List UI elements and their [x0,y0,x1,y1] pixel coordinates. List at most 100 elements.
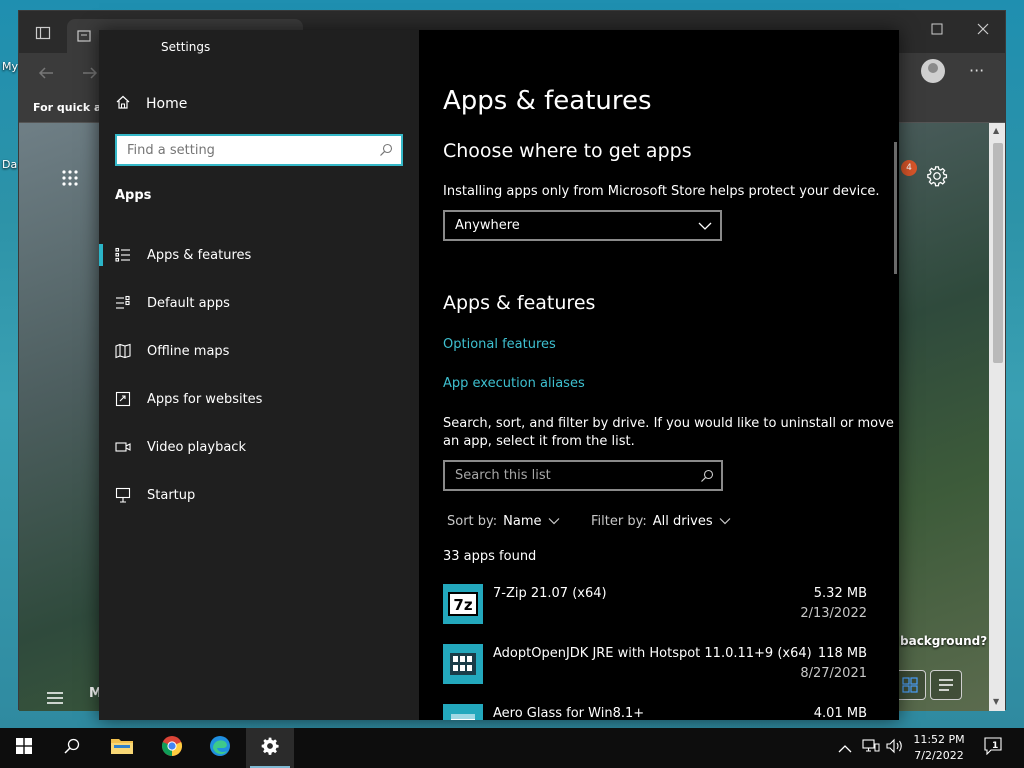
back-arrow-icon[interactable] [37,64,55,86]
tab-favicon-icon [77,28,91,47]
app-launcher-icon[interactable] [61,169,79,191]
profile-avatar[interactable] [921,59,945,83]
taskbar-file-explorer[interactable] [98,728,146,768]
7zip-icon: 7z [443,584,483,624]
svg-text:7z: 7z [453,596,472,614]
layout-list-button[interactable] [930,670,962,700]
app-name: 7-Zip 21.07 (x64) [493,586,607,601]
app-size: 4.01 MB [813,706,867,720]
edge-icon [209,735,231,761]
grid-app-icon [443,644,483,684]
start-button[interactable] [0,728,48,768]
window-app-icon [443,704,483,720]
background-question-text: background? [900,634,988,648]
taskbar-edge[interactable] [196,728,244,768]
app-source-dropdown[interactable]: Anywhere [443,210,722,241]
sidebar-item-label: Video playback [147,439,246,455]
optional-features-link[interactable]: Optional features [443,337,556,352]
app-list-item[interactable]: AdoptOpenJDK JRE with Hotspot 11.0.11+9 … [443,644,867,700]
chevron-down-icon [698,220,712,235]
more-options-icon[interactable]: ··· [969,61,984,80]
video-playback-icon [99,439,147,455]
app-date: 2/13/2022 [800,606,867,621]
sidebar-item-default-apps[interactable]: Default apps [99,288,419,318]
choose-apps-heading: Choose where to get apps [443,140,692,162]
sidebar-item-label: Startup [147,487,196,503]
filter-label: Filter by: [591,514,647,529]
show-hidden-icons[interactable] [838,728,852,768]
sort-value: Name [503,514,542,529]
sort-label: Sort by: [447,514,498,529]
app-size: 5.32 MB [813,586,867,601]
sidebar-item-apps-features[interactable]: Apps & features [99,240,419,270]
taskbar-clock[interactable]: 11:52 PM 7/2/2022 [904,732,974,764]
app-execution-aliases-link[interactable]: App execution aliases [443,376,585,391]
app-size: 118 MB [817,646,867,661]
content-scrollbar[interactable] [894,142,897,274]
sort-control[interactable]: Sort by: Name [447,514,560,529]
app-list-search-box[interactable] [443,460,723,491]
settings-content: Apps & features Choose where to get apps… [419,30,899,720]
gear-icon [260,736,280,760]
taskbar-settings[interactable] [246,728,294,768]
close-icon[interactable] [977,23,989,39]
search-description-line2: an app, select it from the list. [443,434,635,449]
scroll-up-icon[interactable]: ▲ [993,126,999,135]
chevron-up-icon [838,739,852,758]
edge-scrollbar-thumb[interactable] [993,143,1003,363]
sidebar-item-label: Apps & features [147,247,252,263]
sidebar-item-video-playback[interactable]: Video playback [99,432,419,462]
page-settings-gear-icon[interactable] [926,165,948,191]
default-apps-icon [99,295,147,311]
app-list-item[interactable]: Aero Glass for Win8.1+ 4.01 MB [443,704,867,720]
clock-date: 7/2/2022 [914,749,964,762]
folder-icon [110,736,134,760]
forward-arrow-icon[interactable] [81,64,99,86]
scroll-down-icon[interactable]: ▼ [993,697,999,706]
choose-apps-description: Installing apps only from Microsoft Stor… [443,184,880,199]
app-list-item[interactable]: 7z 7-Zip 21.07 (x64) 5.32 MB 2/13/2022 [443,584,867,640]
sidebar-item-offline-maps[interactable]: Offline maps [99,336,419,366]
network-icon [862,738,880,758]
taskbar-chrome[interactable] [148,728,196,768]
volume-control[interactable] [886,728,904,768]
settings-window: Settings Home Apps Apps & features Defau [99,30,899,720]
filter-control[interactable]: Filter by: All drives [591,514,731,529]
search-description-line1: Search, sort, and filter by drive. If yo… [443,416,894,431]
sidebar-item-label: Offline maps [147,343,230,359]
search-icon [64,738,80,758]
settings-sidebar: Settings Home Apps Apps & features Defau [99,30,419,720]
network-status[interactable] [862,728,880,768]
taskbar-search-button[interactable] [48,728,96,768]
apps-features-heading: Apps & features [443,292,596,314]
offline-maps-icon [99,343,147,359]
app-name: Aero Glass for Win8.1+ [493,706,645,720]
app-name: AdoptOpenJDK JRE with Hotspot 11.0.11+9 … [493,646,812,661]
action-center-button[interactable]: 1 [984,728,1004,768]
window-title: Settings [161,40,211,54]
chevron-down-icon [719,514,731,529]
app-date: 8/27/2021 [800,666,867,681]
edge-scrollbar[interactable]: ▲ ▼ [989,123,1005,711]
notification-badge: 4 [901,160,917,176]
sidebar-home[interactable]: Home [115,92,187,116]
notification-icon: 1 [984,737,1004,759]
find-setting-input[interactable] [117,136,367,164]
desktop-icon-label[interactable]: Da [2,158,17,171]
settings-search-box[interactable] [115,134,403,166]
chrome-icon [161,735,183,761]
maximize-icon[interactable] [931,23,943,39]
hamburger-menu-icon[interactable] [47,689,63,708]
sidebar-item-apps-for-websites[interactable]: Apps for websites [99,384,419,414]
apps-for-websites-icon [99,391,147,407]
tab-actions-icon[interactable] [35,25,51,45]
favorites-text: For quick ac [33,101,108,114]
dropdown-value: Anywhere [455,218,520,233]
apps-found-count: 33 apps found [443,549,537,564]
desktop-icon-label[interactable]: My [2,60,18,73]
chevron-down-icon [548,514,560,529]
sidebar-item-startup[interactable]: Startup [99,480,419,510]
search-list-input[interactable] [445,462,685,489]
search-icon [700,468,714,487]
speaker-icon [886,738,904,758]
